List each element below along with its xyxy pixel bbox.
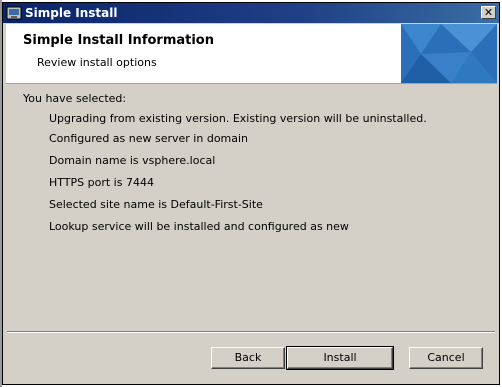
page-title: Simple Install Information <box>23 33 214 48</box>
banner-graphic-icon <box>401 24 497 83</box>
option-item: Lookup service will be installed and con… <box>49 220 349 233</box>
footer-divider <box>7 331 495 333</box>
title-bar[interactable]: Simple Install ✕ <box>3 3 499 23</box>
close-icon[interactable]: ✕ <box>481 6 496 19</box>
option-item: HTTPS port is 7444 <box>49 176 154 189</box>
option-item: Configured as new server in domain <box>49 132 249 145</box>
cancel-button[interactable]: Cancel <box>409 347 483 369</box>
window-title: Simple Install <box>25 6 118 20</box>
back-button[interactable]: Back <box>211 347 285 369</box>
option-item: Domain name is vsphere.local <box>49 154 216 167</box>
install-button[interactable]: Install <box>286 346 394 370</box>
page-subtitle: Review install options <box>37 56 157 69</box>
header-banner: Simple Install Information Review instal… <box>6 24 497 84</box>
option-item: Upgrading from existing version. Existin… <box>49 112 427 125</box>
simple-install-dialog: Simple Install ✕ Simple Install Informat… <box>2 2 500 385</box>
installer-icon <box>6 6 22 20</box>
option-item: Selected site name is Default-First-Site <box>49 198 263 211</box>
selected-label: You have selected: <box>23 92 127 105</box>
